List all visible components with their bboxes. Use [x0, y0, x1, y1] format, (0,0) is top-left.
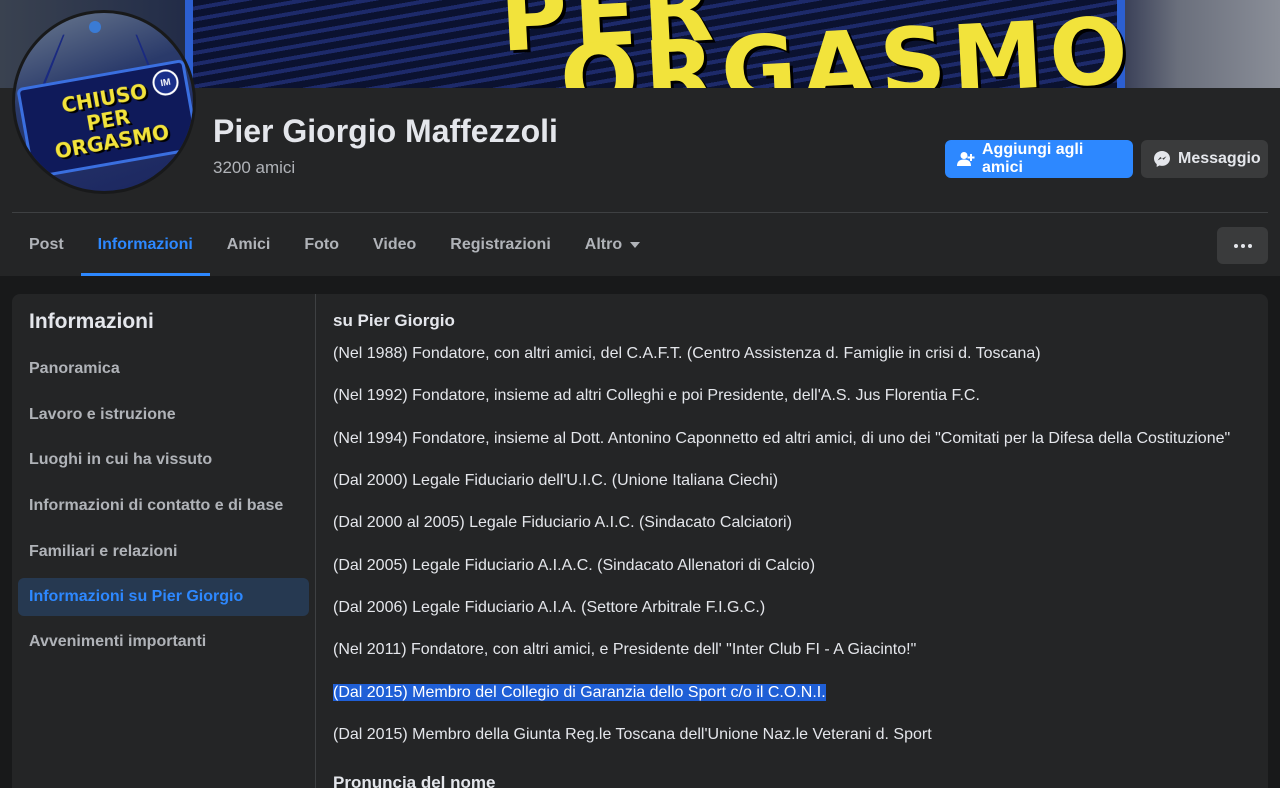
sidebar-item-lavoro[interactable]: Lavoro e istruzione — [18, 396, 309, 434]
tab-label: Foto — [304, 236, 340, 253]
about-line: (Dal 2005) Legale Fiduciario A.I.A.C. (S… — [333, 557, 815, 575]
about-line-text: (Dal 2000 al 2005) Legale Fiduciario A.I… — [333, 514, 792, 531]
about-line-text: (Nel 1994) Fondatore, insieme al Dott. A… — [333, 430, 1231, 447]
profile-tabs: Post Informazioni Amici Foto Video Regis… — [12, 214, 657, 276]
sidebar-item-label: Avvenimenti importanti — [29, 633, 207, 650]
sidebar-title: Informazioni — [29, 310, 154, 333]
tab-post[interactable]: Post — [12, 214, 81, 276]
message-button[interactable]: Messaggio — [1141, 140, 1268, 178]
tab-label: Altro — [584, 236, 623, 253]
about-line: (Dal 2000) Legale Fiduciario dell'U.I.C.… — [333, 472, 778, 490]
message-label: Messaggio — [1178, 150, 1261, 167]
tab-label: Video — [373, 236, 417, 253]
tab-registrazioni[interactable]: Registrazioni — [433, 214, 567, 276]
profile-name: Pier Giorgio Maffezzoli — [213, 113, 558, 149]
tab-altro[interactable]: Altro — [568, 214, 657, 276]
tab-label: Informazioni — [97, 236, 193, 253]
about-line: (Nel 1988) Fondatore, con altri amici, d… — [333, 345, 1041, 363]
about-line-text: (Nel 1988) Fondatore, con altri amici, d… — [333, 345, 1041, 362]
tab-label: Post — [29, 236, 64, 253]
about-line: (Dal 2006) Legale Fiduciario A.I.A. (Set… — [333, 599, 765, 617]
tab-label: Registrazioni — [450, 236, 551, 253]
about-line: (Nel 2011) Fondatore, con altri amici, e… — [333, 641, 916, 659]
dot-icon — [1233, 243, 1238, 248]
friends-count[interactable]: 3200 amici — [213, 158, 295, 178]
about-line: (Nel 1994) Fondatore, insieme al Dott. A… — [333, 430, 1230, 448]
sidebar-item-label: Familiari e relazioni — [29, 543, 178, 560]
header-divider — [12, 212, 1268, 213]
about-line-text: (Dal 2006) Legale Fiduciario A.I.A. (Set… — [333, 599, 766, 616]
about-line-text: (Dal 2005) Legale Fiduciario A.I.A.C. (S… — [333, 557, 816, 574]
about-line-text: (Nel 2011) Fondatore, con altri amici, e… — [333, 641, 917, 658]
sidebar-item-label: Informazioni su Pier Giorgio — [29, 588, 244, 605]
avatar-image: IM CHIUSO PER ORGASMO — [15, 13, 193, 191]
sidebar-item-label: Lavoro e istruzione — [29, 406, 176, 423]
profile-avatar[interactable]: IM CHIUSO PER ORGASMO — [12, 10, 196, 194]
about-line: (Dal 2000 al 2005) Legale Fiduciario A.I… — [333, 514, 792, 532]
dot-icon — [1247, 243, 1252, 248]
caret-down-icon — [630, 242, 641, 248]
sidebar-item-avvenimenti[interactable]: Avvenimenti importanti — [18, 623, 309, 661]
sidebar-item-label: Informazioni di contatto e di base — [29, 497, 284, 514]
add-friend-button[interactable]: Aggiungi agli amici — [945, 140, 1133, 178]
about-section-title: su Pier Giorgio — [333, 311, 455, 330]
about-line-text: (Dal 2015) Membro della Giunta Reg.le To… — [333, 726, 932, 743]
about-line: (Dal 2015) Membro della Giunta Reg.le To… — [333, 726, 932, 744]
sidebar-item-label: Luoghi in cui ha vissuto — [29, 451, 213, 468]
messenger-icon — [1153, 150, 1171, 168]
sidebar-item-luoghi[interactable]: Luoghi in cui ha vissuto — [18, 441, 309, 479]
add-friend-label: Aggiungi agli amici — [982, 141, 1084, 176]
tab-informazioni[interactable]: Informazioni — [80, 214, 210, 276]
about-line-selected: (Dal 2015) Membro del Collegio di Garanz… — [333, 684, 826, 702]
sidebar-item-informazioni-su[interactable]: Informazioni su Pier Giorgio — [18, 578, 309, 616]
tab-foto[interactable]: Foto — [287, 214, 356, 276]
name-pronunciation-title: Pronuncia del nome — [333, 773, 496, 788]
more-options-button[interactable] — [1217, 227, 1268, 264]
about-line-text: (Nel 1992) Fondatore, insieme ad altri C… — [333, 387, 980, 404]
sidebar-item-contatto[interactable]: Informazioni di contatto e di base — [18, 487, 309, 525]
tab-video[interactable]: Video — [356, 214, 433, 276]
tab-label: Amici — [226, 236, 271, 253]
about-line-text: (Dal 2000) Legale Fiduciario dell'U.I.C.… — [333, 472, 779, 489]
add-friend-icon — [957, 151, 975, 167]
dot-icon — [1240, 243, 1245, 248]
about-line: (Nel 1992) Fondatore, insieme ad altri C… — [333, 387, 980, 405]
tab-amici[interactable]: Amici — [210, 214, 288, 276]
avatar-sign: IM CHIUSO PER ORGASMO — [16, 58, 193, 180]
sidebar-item-familiari[interactable]: Familiari e relazioni — [18, 533, 309, 571]
about-line-text: (Dal 2015) Membro del Collegio di Garanz… — [333, 684, 826, 701]
sidebar-item-label: Panoramica — [29, 360, 120, 377]
avatar-pin — [89, 21, 101, 33]
sidebar-item-panoramica[interactable]: Panoramica — [18, 350, 309, 388]
card-divider — [315, 294, 316, 788]
